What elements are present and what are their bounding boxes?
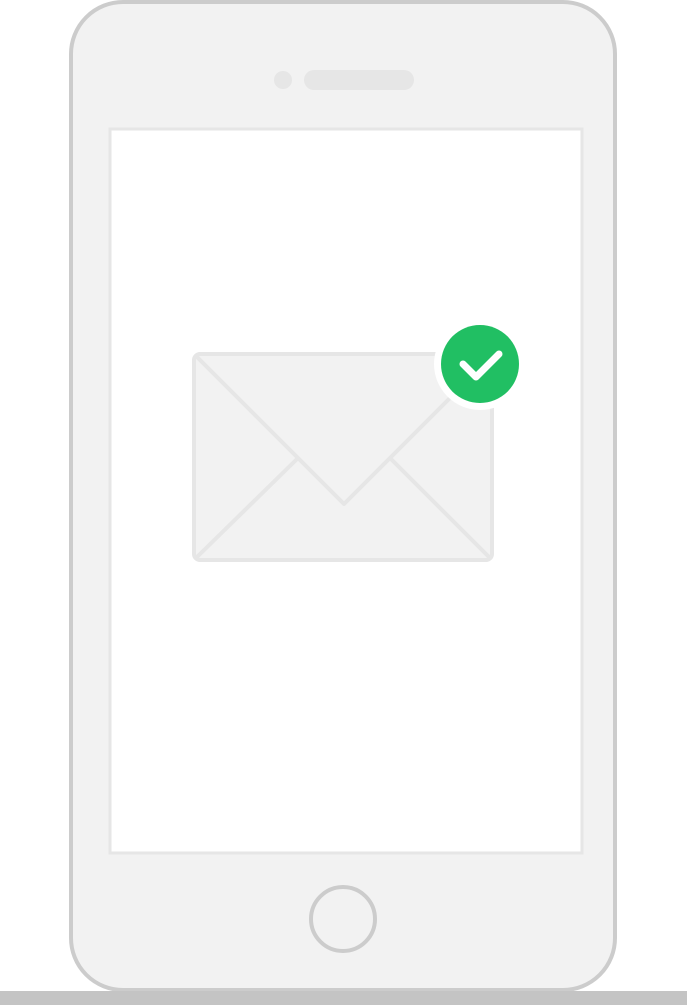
camera-icon — [274, 71, 292, 89]
phone-illustration — [69, 0, 617, 992]
home-button-icon — [309, 885, 377, 953]
check-circle-icon — [434, 318, 526, 410]
illustration-canvas — [0, 0, 687, 1005]
ground-bar — [0, 991, 687, 1005]
speaker-grille — [304, 70, 414, 90]
